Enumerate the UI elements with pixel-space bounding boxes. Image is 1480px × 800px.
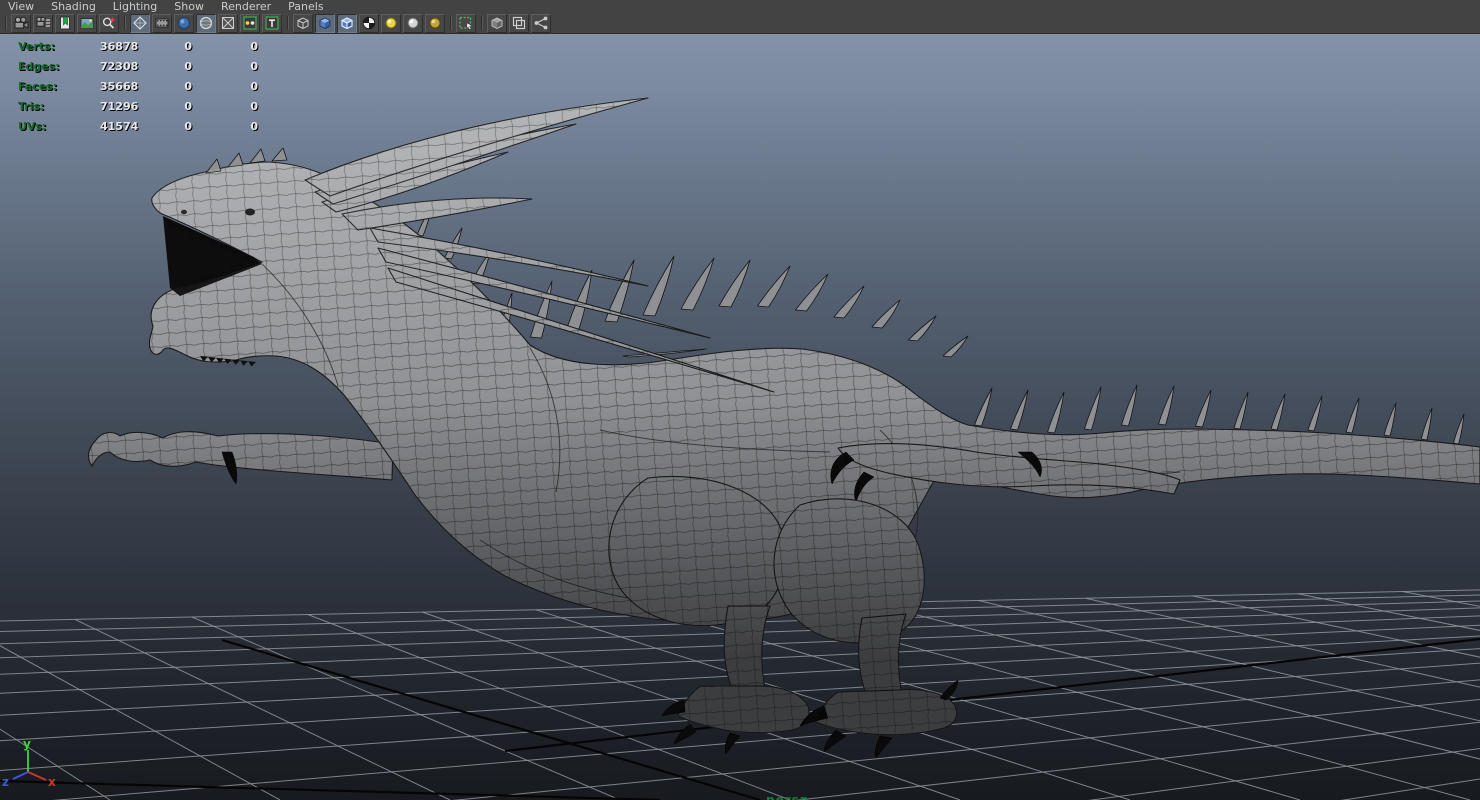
camera-attributes-icon[interactable] xyxy=(33,14,53,33)
hud-value: 0 xyxy=(192,40,258,53)
maya-viewport-window: View Shading Lighting Show Renderer Panels xyxy=(0,0,1480,800)
hud-value: 72308 xyxy=(100,60,133,73)
film-gate-icon[interactable] xyxy=(152,14,172,33)
poly-count-hud: Verts:3687800Edges:7230800Faces:3566800T… xyxy=(18,36,258,136)
wire-cube-icon[interactable] xyxy=(293,14,313,33)
hud-label: Faces: xyxy=(18,80,100,93)
plain-cube-icon[interactable] xyxy=(487,14,507,33)
dragon-wireframe-model[interactable] xyxy=(60,80,1480,780)
panel-header: View Shading Lighting Show Renderer Panels xyxy=(0,0,1480,34)
isolate-select-icon[interactable] xyxy=(456,14,476,33)
panel-toolbar xyxy=(0,13,1480,34)
svg-text:x: x xyxy=(48,775,56,789)
toolbar-separator xyxy=(121,15,128,31)
menu-shading[interactable]: Shading xyxy=(51,0,96,13)
hud-value: 0 xyxy=(133,40,192,53)
textured-mode-icon[interactable] xyxy=(218,14,238,33)
shaded-wire-cube-icon[interactable] xyxy=(337,14,357,33)
hud-value: 35668 xyxy=(100,80,133,93)
all-lights-icon[interactable] xyxy=(403,14,423,33)
hud-value: 0 xyxy=(133,60,192,73)
menu-lighting[interactable]: Lighting xyxy=(113,0,157,13)
hud-row: Tris:7129600 xyxy=(18,96,258,116)
movie-camera-icon[interactable] xyxy=(11,14,31,33)
hud-label: UVs: xyxy=(18,120,100,133)
use-lights-icon[interactable] xyxy=(240,14,260,33)
image-plane-icon[interactable] xyxy=(77,14,97,33)
hud-label: Edges: xyxy=(18,60,100,73)
hud-label: Verts: xyxy=(18,40,100,53)
texture-view-icon[interactable] xyxy=(262,14,282,33)
hud-label: Tris: xyxy=(18,100,100,113)
hud-value: 41574 xyxy=(100,120,133,133)
toolbar-separator xyxy=(478,15,485,31)
toolbar-separator xyxy=(284,15,291,31)
panel-menu-bar: View Shading Lighting Show Renderer Panels xyxy=(0,0,1480,13)
xray-squares-icon[interactable] xyxy=(509,14,529,33)
share-nodes-icon[interactable] xyxy=(531,14,551,33)
menu-panels[interactable]: Panels xyxy=(288,0,323,13)
hud-value: 36878 xyxy=(100,40,133,53)
checker-sphere-icon[interactable] xyxy=(359,14,379,33)
hud-value: 0 xyxy=(133,100,192,113)
zoom-region-icon[interactable] xyxy=(99,14,119,33)
hud-row: Faces:3566800 xyxy=(18,76,258,96)
hud-value: 0 xyxy=(192,60,258,73)
svg-text:z: z xyxy=(2,775,9,789)
hud-value: 0 xyxy=(192,100,258,113)
default-light-icon[interactable] xyxy=(381,14,401,33)
hud-value: 71296 xyxy=(100,100,133,113)
ambient-light-icon[interactable] xyxy=(425,14,445,33)
scene-canvas: y x z xyxy=(0,34,1480,800)
hud-value: 0 xyxy=(192,80,258,93)
shaded-cube-icon[interactable] xyxy=(315,14,335,33)
hud-row: Verts:3687800 xyxy=(18,36,258,56)
camera-name-label: persp xyxy=(766,793,809,800)
wireframe-mode-icon[interactable] xyxy=(130,14,150,33)
hud-value: 0 xyxy=(133,80,192,93)
toolbar-separator xyxy=(2,15,9,31)
hud-row: UVs:4157400 xyxy=(18,116,258,136)
hud-row: Edges:7230800 xyxy=(18,56,258,76)
shaded-mode-icon[interactable] xyxy=(174,14,194,33)
perspective-viewport[interactable]: y x z Verts:3687800Edges:7230800Faces:35… xyxy=(0,34,1480,800)
wireframe-on-shaded-icon[interactable] xyxy=(196,14,216,33)
menu-view[interactable]: View xyxy=(8,0,34,13)
menu-renderer[interactable]: Renderer xyxy=(221,0,271,13)
hud-value: 0 xyxy=(192,120,258,133)
bookmark-icon[interactable] xyxy=(55,14,75,33)
toolbar-separator xyxy=(447,15,454,31)
svg-text:y: y xyxy=(23,737,31,751)
hud-value: 0 xyxy=(133,120,192,133)
menu-show[interactable]: Show xyxy=(174,0,204,13)
